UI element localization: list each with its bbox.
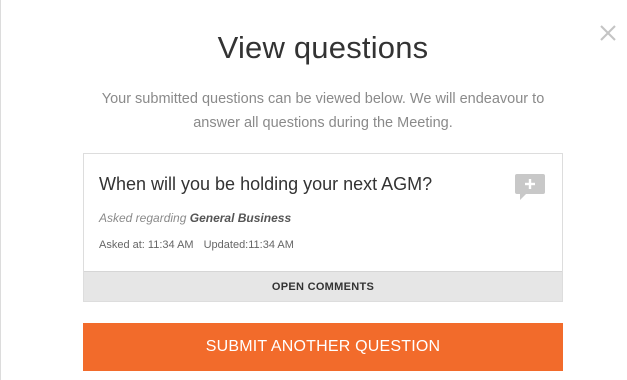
submit-another-question-button[interactable]: SUBMIT ANOTHER QUESTION: [83, 323, 563, 371]
question-card: When will you be holding your next AGM? …: [83, 153, 563, 302]
regarding-prefix: Asked regarding: [99, 211, 190, 225]
regarding-topic: General Business: [189, 211, 292, 225]
add-comment-button[interactable]: [514, 172, 546, 202]
question-regarding: Asked regarding General Business: [99, 211, 291, 225]
question-text: When will you be holding your next AGM?: [99, 174, 433, 194]
asked-time: 11:34 AM: [147, 239, 194, 251]
updated-label: Updated:: [203, 239, 249, 251]
asked-label: Asked at:: [99, 239, 148, 251]
question-timestamps: Asked at: 11:34 AM Updated:11:34 AM: [99, 239, 294, 251]
view-questions-modal: View questions Your submitted questions …: [0, 0, 627, 380]
modal-top-edge: [1, 0, 627, 8]
modal-subtitle: Your submitted questions can be viewed b…: [101, 91, 545, 131]
open-comments-button[interactable]: OPEN COMMENTS: [84, 271, 562, 301]
add-comment-icon: [515, 174, 545, 200]
modal-title: View questions: [217, 30, 429, 65]
updated-time: 11:34 AM: [248, 239, 294, 251]
